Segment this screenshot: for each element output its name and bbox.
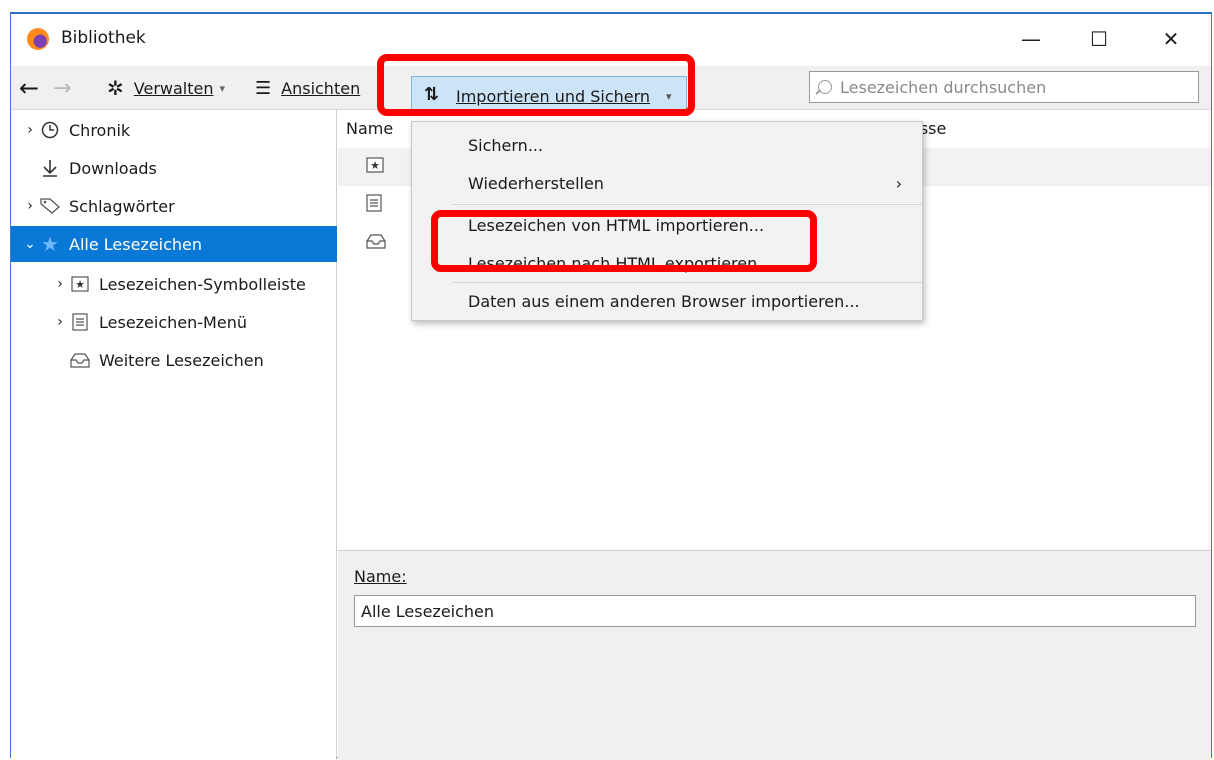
- window-title: Bibliothek: [61, 28, 146, 48]
- collapse-arrow-icon[interactable]: ⌄: [21, 236, 39, 252]
- download-icon: [39, 157, 61, 179]
- sidebar-item-bookmarks-menu[interactable]: › Lesezeichen-Menü: [11, 304, 337, 340]
- star-icon: ★: [41, 232, 59, 256]
- gear-icon: ✲: [107, 76, 124, 100]
- bookmark-toolbar-icon: ★: [69, 273, 91, 295]
- view-list-icon: ☰: [255, 77, 272, 99]
- minimize-button[interactable]: —: [1011, 22, 1051, 56]
- sidebar-item-label: Downloads: [69, 158, 157, 178]
- menu-item-import-other-browser[interactable]: Daten aus einem anderen Browser importie…: [412, 282, 922, 320]
- sidebar-item-bookmarks-toolbar[interactable]: › ★ Lesezeichen-Symbolleiste: [11, 266, 337, 302]
- menu-separator: [452, 204, 922, 205]
- details-pane: Name: Alle Lesezeichen: [338, 550, 1211, 760]
- sidebar-item-history[interactable]: › Chronik: [11, 112, 337, 148]
- search-placeholder: Lesezeichen durchsuchen: [840, 77, 1047, 97]
- svg-text:★: ★: [75, 278, 85, 291]
- bookmark-menu-icon: [366, 194, 382, 216]
- search-input[interactable]: Lesezeichen durchsuchen: [809, 71, 1199, 103]
- submenu-arrow-icon: ›: [895, 173, 902, 193]
- sidebar-item-label: Alle Lesezeichen: [69, 234, 203, 254]
- expand-arrow-icon[interactable]: ›: [21, 198, 39, 214]
- expand-arrow-icon[interactable]: ›: [51, 314, 69, 330]
- expand-arrow-icon[interactable]: ›: [21, 122, 39, 138]
- sidebar-item-label: Chronik: [69, 120, 131, 140]
- highlight-box-import-button: [377, 54, 695, 116]
- sidebar-item-tags[interactable]: › Schlagwörter: [11, 188, 337, 224]
- chevron-down-icon: ▾: [219, 81, 226, 95]
- sidebar: › Chronik Downloads › Schlagwörter ⌄ ★ A…: [11, 110, 337, 760]
- clock-icon: [39, 119, 61, 141]
- folder-tray-icon: [366, 233, 386, 253]
- sidebar-item-all-bookmarks[interactable]: ⌄ ★ Alle Lesezeichen: [11, 226, 337, 262]
- menu-item-label: Sichern...: [468, 135, 544, 155]
- column-header-name[interactable]: Name: [346, 119, 393, 138]
- menu-item-restore[interactable]: Wiederherstellen ›: [412, 164, 922, 202]
- search-icon: [818, 80, 832, 94]
- folder-tray-icon: [69, 349, 91, 371]
- firefox-logo-icon: [27, 28, 49, 50]
- sidebar-item-label: Schlagwörter: [69, 196, 175, 216]
- maximize-button[interactable]: ☐: [1079, 22, 1119, 56]
- highlight-box-export-item: [431, 210, 817, 272]
- forward-button[interactable]: →: [53, 66, 71, 110]
- close-button[interactable]: ✕: [1151, 22, 1191, 56]
- name-field[interactable]: Alle Lesezeichen: [354, 595, 1196, 627]
- menu-item-label: Wiederherstellen: [468, 173, 604, 193]
- sidebar-item-downloads[interactable]: Downloads: [11, 150, 337, 186]
- sidebar-item-label: Lesezeichen-Symbolleiste: [99, 274, 306, 294]
- tag-icon: [39, 195, 61, 217]
- sidebar-item-label: Lesezeichen-Menü: [99, 312, 247, 332]
- svg-text:★: ★: [370, 159, 380, 172]
- library-window: Bibliothek — ☐ ✕ ← → ✲ Verwalten ▾ ☰ Ans…: [10, 12, 1212, 760]
- manage-button[interactable]: ✲ Verwalten ▾: [107, 66, 225, 110]
- menu-item-backup[interactable]: Sichern...: [412, 126, 922, 164]
- menu-item-label: Daten aus einem anderen Browser importie…: [468, 291, 860, 311]
- sidebar-item-label: Weitere Lesezeichen: [99, 350, 264, 370]
- name-label: Name:: [354, 567, 407, 586]
- views-button[interactable]: ☰ Ansichten: [255, 66, 360, 110]
- views-label: Ansichten: [281, 78, 361, 98]
- manage-label: Verwalten: [133, 78, 214, 98]
- sidebar-item-other-bookmarks[interactable]: Weitere Lesezeichen: [11, 342, 337, 378]
- expand-arrow-icon[interactable]: ›: [51, 276, 69, 292]
- bookmark-menu-icon: [69, 311, 91, 333]
- bookmark-toolbar-icon: ★: [366, 157, 384, 177]
- back-button[interactable]: ←: [19, 66, 39, 110]
